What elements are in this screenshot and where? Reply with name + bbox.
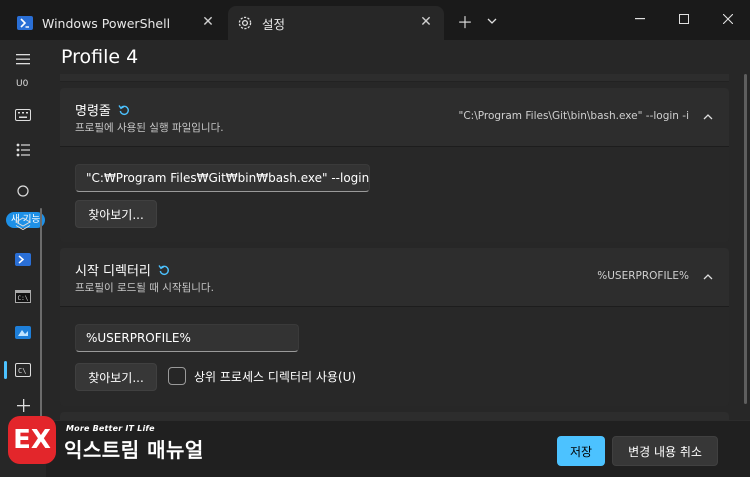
starting-directory-browse-button[interactable]: 찾아보기...	[75, 363, 157, 391]
title-bar: Windows PowerShell ✕ 설정 ✕ ＋	[0, 0, 750, 40]
close-icon[interactable]: ✕	[200, 14, 216, 30]
starting-directory-input[interactable]: %USERPROFILE%	[75, 324, 299, 352]
tab-settings[interactable]: 설정 ✕	[228, 6, 444, 40]
chevron-down-icon[interactable]	[484, 10, 500, 32]
sidebar-scrollbar[interactable]	[40, 208, 42, 430]
command-line-input[interactable]: "C:₩Program Files₩Git₩bin₩bash.exe" --lo…	[75, 164, 370, 192]
reset-icon[interactable]	[158, 264, 170, 276]
minimize-button[interactable]	[618, 4, 662, 34]
command-line-body: "C:₩Program Files₩Git₩bin₩bash.exe" --lo…	[60, 146, 729, 242]
tab-label: Windows PowerShell	[42, 15, 171, 31]
starting-directory-title: 시작 디렉터리	[75, 260, 170, 279]
svg-text:C\: C\	[18, 367, 26, 375]
parent-process-directory-label[interactable]: 상위 프로세스 디렉터리 사용(U)	[194, 368, 356, 385]
chevron-up-icon[interactable]	[701, 110, 715, 124]
close-icon[interactable]: ✕	[418, 14, 434, 30]
command-line-value: "C:\Program Files\Git\bin\bash.exe" --lo…	[458, 110, 690, 122]
main-scrollbar[interactable]	[744, 74, 747, 404]
page-title: Profile 4	[61, 46, 139, 68]
list-icon[interactable]	[8, 136, 38, 164]
powershell-icon	[16, 14, 34, 32]
gear-icon	[236, 14, 254, 32]
starting-directory-header[interactable]: 시작 디렉터리 프로필이 로드될 때 시작됩니다. %USERPROFILE%	[60, 248, 729, 306]
cmd-icon[interactable]: C:\	[8, 282, 38, 310]
tab-label: 설정	[262, 16, 286, 32]
logo-tagline: More Better IT Life	[66, 424, 155, 433]
logo-wordmark: 익스트림 매뉴얼	[64, 438, 204, 462]
chevron-up-icon[interactable]	[701, 270, 715, 284]
active-indicator	[4, 361, 7, 379]
svg-text:C:\: C:\	[18, 295, 29, 302]
powershell-icon[interactable]	[8, 245, 38, 273]
maximize-button[interactable]	[662, 4, 706, 34]
parent-process-directory-checkbox[interactable]	[168, 367, 186, 385]
command-line-description: 프로필에 사용된 실행 파일입니다.	[75, 122, 224, 134]
command-line-browse-button[interactable]: 찾아보기...	[75, 200, 157, 228]
profile-4-icon[interactable]: C\	[8, 356, 38, 384]
reset-icon[interactable]	[118, 104, 130, 116]
starting-directory-value: %USERPROFILE%	[597, 270, 689, 282]
close-window-button[interactable]	[706, 4, 750, 34]
azure-icon[interactable]	[8, 318, 38, 346]
new-tab-button[interactable]: ＋	[456, 10, 474, 32]
layers-icon[interactable]	[8, 210, 38, 238]
svg-text:U0: U0	[16, 79, 29, 87]
ubuntu-icon[interactable]: U0	[8, 68, 38, 96]
logo-mark: EX	[8, 416, 56, 464]
starting-directory-body: %USERPROFILE% 찾아보기... 상위 프로세스 디렉터리 사용(U)	[60, 306, 729, 406]
watermark-logo: EX More Better IT Life 익스트림 매뉴얼	[6, 412, 246, 472]
keyboard-icon[interactable]	[8, 101, 38, 129]
save-button[interactable]: 저장	[557, 436, 605, 466]
tab-windows-powershell[interactable]: Windows PowerShell ✕	[4, 6, 226, 40]
command-line-title: 명령줄	[75, 100, 130, 119]
discard-changes-button[interactable]: 변경 내용 취소	[612, 436, 718, 466]
command-line-header[interactable]: 명령줄 프로필에 사용된 실행 파일입니다. "C:\Program Files…	[60, 88, 729, 146]
whats-new-icon[interactable]	[8, 176, 38, 204]
starting-directory-description: 프로필이 로드될 때 시작됩니다.	[75, 282, 214, 294]
previous-card-edge	[60, 74, 729, 82]
